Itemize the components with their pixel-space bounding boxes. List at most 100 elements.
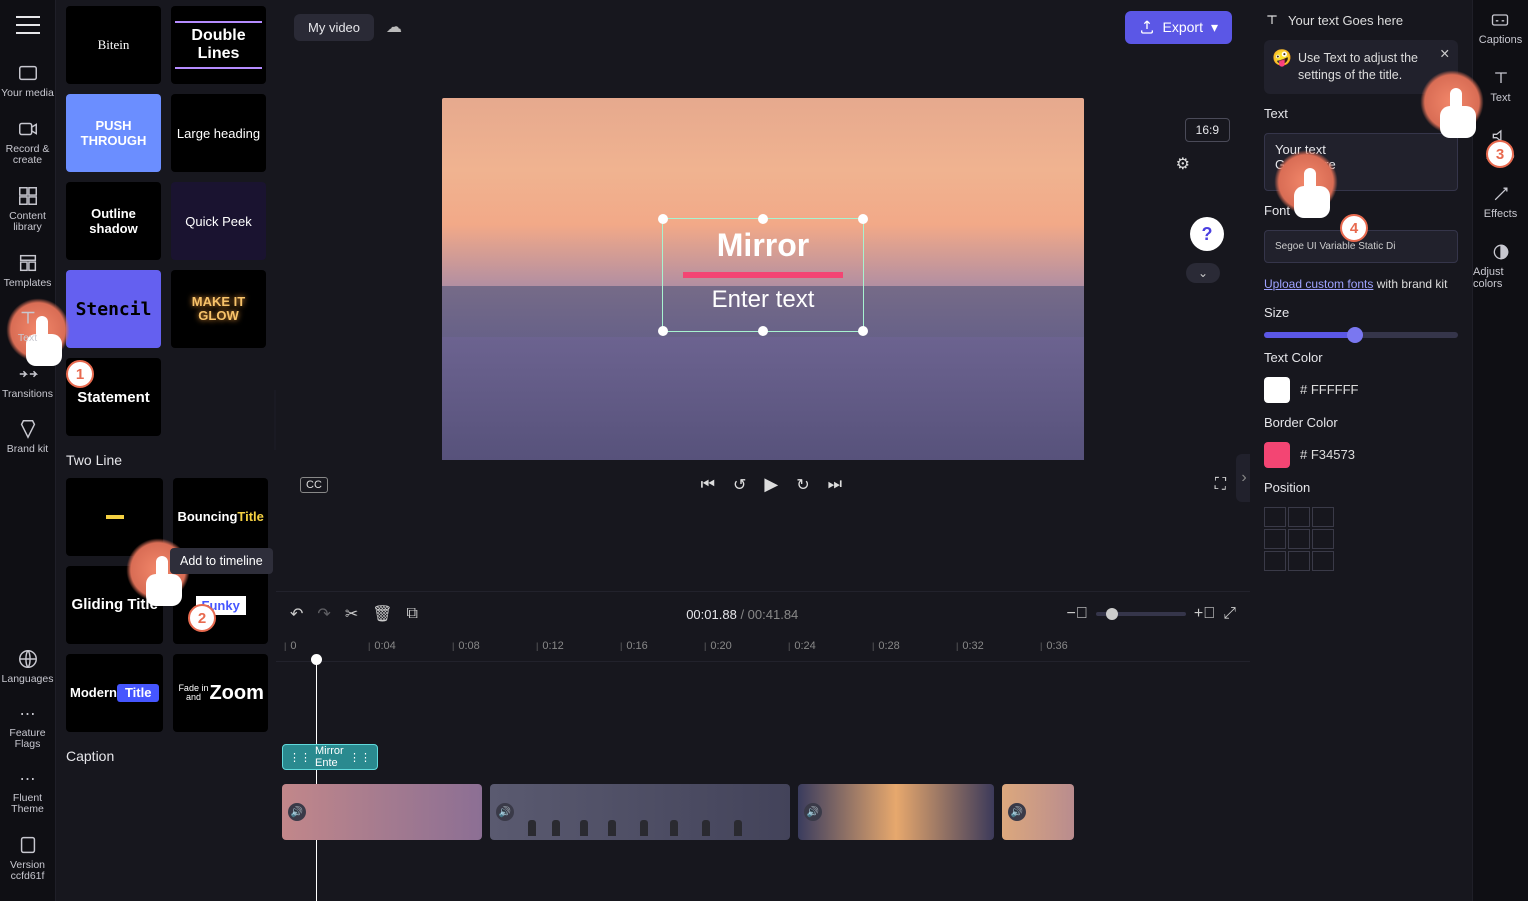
nav-languages[interactable]: Languages	[0, 648, 56, 686]
tpl-bouncing-title[interactable]: BouncingTitle	[173, 478, 267, 556]
help-button[interactable]: ?	[1190, 217, 1224, 251]
preview-text-line2: Enter text	[663, 286, 863, 314]
timeline-toolbar: ↶ ↷ ✂ 🗑 ⧉ 00:01.88 / 00:41.84 −⃝ +⃝ ⤢	[276, 592, 1250, 636]
label-text-color: Text Color	[1264, 350, 1458, 365]
rnav-text[interactable]: Text	[1490, 68, 1510, 104]
tpl-gliding-title[interactable]: Gliding Title	[66, 566, 163, 644]
stage-wrap: 16:9 ⚙ Mirror Enter text CC ⏮ ↺ ▶ ↻ ⏭ ⛶ …	[276, 54, 1250, 591]
rnav-adjust-colors[interactable]: Adjust colors	[1473, 242, 1528, 290]
undo-icon[interactable]: ↶	[290, 604, 303, 624]
nav-version[interactable]: Version ccfd61f	[0, 834, 56, 883]
templates-panel: Bitein Double Lines PUSH THROUGH Large h…	[56, 0, 276, 901]
redo-icon[interactable]: ↷	[317, 604, 330, 624]
forward-icon[interactable]: ↻	[796, 475, 809, 495]
menu-icon[interactable]	[16, 16, 40, 34]
tpl-fade-zoom[interactable]: Fade in andZoom	[173, 654, 267, 732]
text-selection-box[interactable]: Mirror Enter text	[662, 218, 864, 332]
fit-icon[interactable]: ⤢	[1223, 605, 1236, 623]
aspect-ratio-button[interactable]: 16:9	[1185, 118, 1230, 142]
nav-record-create[interactable]: Record & create	[0, 118, 56, 167]
timeline: ↶ ↷ ✂ 🗑 ⧉ 00:01.88 / 00:41.84 −⃝ +⃝ ⤢ 0 …	[276, 591, 1250, 901]
border-color-hex: # F34573	[1300, 447, 1355, 462]
tpl-double-lines[interactable]: Double Lines	[171, 6, 266, 84]
video-clip-4[interactable]: 🔊	[1002, 784, 1074, 840]
label-position: Position	[1264, 480, 1458, 495]
label-font: Font	[1264, 203, 1458, 218]
nav-your-media[interactable]: Your media	[0, 62, 56, 100]
rewind-icon[interactable]: ↺	[733, 475, 746, 495]
tpl-push-through[interactable]: PUSH THROUGH	[66, 94, 161, 172]
section-two-line: Two Line	[66, 452, 266, 468]
audio-icon: 🔊	[288, 803, 306, 821]
text-color-hex: # FFFFFF	[1300, 382, 1359, 397]
nav-text[interactable]: Text	[0, 307, 56, 345]
timecode: 00:01.88 / 00:41.84	[686, 607, 798, 622]
text-clip[interactable]: ⋮⋮ Mirror Ente ⋮⋮	[282, 744, 378, 770]
label-text: Text	[1264, 106, 1458, 121]
duplicate-icon[interactable]: ⧉	[407, 605, 418, 623]
tpl-twoline-1[interactable]	[66, 478, 163, 556]
gear-icon[interactable]: ⚙	[1176, 154, 1190, 174]
video-clip-1[interactable]: 🔊	[282, 784, 482, 840]
position-grid[interactable]	[1264, 507, 1458, 571]
zoom-in-icon[interactable]: +⃝	[1194, 605, 1215, 623]
tpl-make-it-glow[interactable]: MAKE IT GLOW	[171, 270, 266, 348]
emoji-icon: 🤪	[1272, 48, 1292, 68]
nav-templates[interactable]: Templates	[0, 252, 56, 290]
tpl-bitein[interactable]: Bitein	[66, 6, 161, 84]
rnav-captions[interactable]: Captions	[1479, 10, 1522, 46]
delete-icon[interactable]: 🗑	[372, 604, 392, 624]
rnav-audio[interactable]: Audio	[1486, 126, 1514, 162]
upload-fonts-link[interactable]: Upload custom fonts	[1264, 277, 1373, 291]
zoom-controls: −⃝ +⃝ ⤢	[1067, 605, 1237, 623]
label-size: Size	[1264, 305, 1458, 320]
close-icon[interactable]: ✕	[1440, 46, 1450, 61]
skip-back-icon[interactable]: ⏮	[701, 476, 715, 494]
nav-brand-kit[interactable]: Brand kit	[0, 418, 56, 456]
text-color-swatch[interactable]	[1264, 377, 1290, 403]
section-caption: Caption	[66, 748, 266, 764]
project-name[interactable]: My video	[294, 14, 374, 41]
video-clip-3[interactable]: 🔊	[798, 784, 994, 840]
preview-canvas[interactable]: Mirror Enter text	[442, 98, 1084, 460]
zoom-out-icon[interactable]: −⃝	[1067, 605, 1088, 623]
playback-controls: CC ⏮ ↺ ▶ ↻ ⏭ ⛶	[276, 460, 1250, 509]
play-icon[interactable]: ▶	[764, 474, 778, 495]
label-border-color: Border Color	[1264, 415, 1458, 430]
rnav-effects[interactable]: Effects	[1484, 184, 1517, 220]
zoom-slider[interactable]	[1096, 612, 1186, 616]
tpl-large-heading[interactable]: Large heading	[171, 94, 266, 172]
split-icon[interactable]: ✂	[345, 604, 358, 624]
tpl-modern-title[interactable]: ModernTitle	[66, 654, 163, 732]
font-select[interactable]: Segoe UI Variable Static Di	[1264, 230, 1458, 263]
cloud-sync-icon[interactable]: ☁	[386, 17, 402, 37]
audio-icon: 🔊	[496, 803, 514, 821]
text-input[interactable]: Your text Goes here	[1264, 133, 1458, 191]
tpl-outline-shadow[interactable]: Outline shadow	[66, 182, 161, 260]
nav-feature-flags[interactable]: ⋯Feature Flags	[0, 704, 56, 751]
preview-text-line1: Mirror	[663, 227, 863, 264]
grip-icon: ⋮⋮	[289, 751, 311, 764]
tpl-stencil[interactable]: Stencil	[66, 270, 161, 348]
collapse-down-icon[interactable]: ⌄	[1186, 263, 1220, 283]
topbar: My video ☁ Export ▾	[276, 0, 1250, 54]
cc-toggle[interactable]: CC	[300, 477, 328, 493]
fullscreen-icon[interactable]: ⛶	[1215, 476, 1226, 494]
export-button[interactable]: Export ▾	[1125, 11, 1233, 44]
nav-fluent-theme[interactable]: ⋯Fluent Theme	[0, 769, 56, 816]
tpl-statement[interactable]: Statement	[66, 358, 161, 436]
timeline-ruler[interactable]: 0 0:04 0:08 0:12 0:16 0:20 0:24 0:28 0:3…	[276, 636, 1250, 662]
tpl-quick-peek[interactable]: Quick Peek	[171, 182, 266, 260]
tpl-funky[interactable]: Funky	[173, 566, 267, 644]
left-rail: Your media Record & create Content libra…	[0, 0, 56, 901]
nav-content-library[interactable]: Content library	[0, 185, 56, 234]
skip-fwd-icon[interactable]: ⏭	[828, 476, 842, 494]
video-clip-2[interactable]: 🔊	[490, 784, 790, 840]
timeline-tracks[interactable]: ⋮⋮ Mirror Ente ⋮⋮ 🔊 🔊 🔊 🔊	[276, 662, 1250, 901]
playhead[interactable]	[316, 662, 317, 901]
border-color-swatch[interactable]	[1264, 442, 1290, 468]
right-rail: Captions Text Audio Effects Adjust color…	[1472, 0, 1528, 901]
nav-transitions[interactable]: Transitions	[0, 363, 56, 401]
grip-icon: ⋮⋮	[349, 751, 371, 764]
size-slider[interactable]	[1264, 332, 1458, 338]
